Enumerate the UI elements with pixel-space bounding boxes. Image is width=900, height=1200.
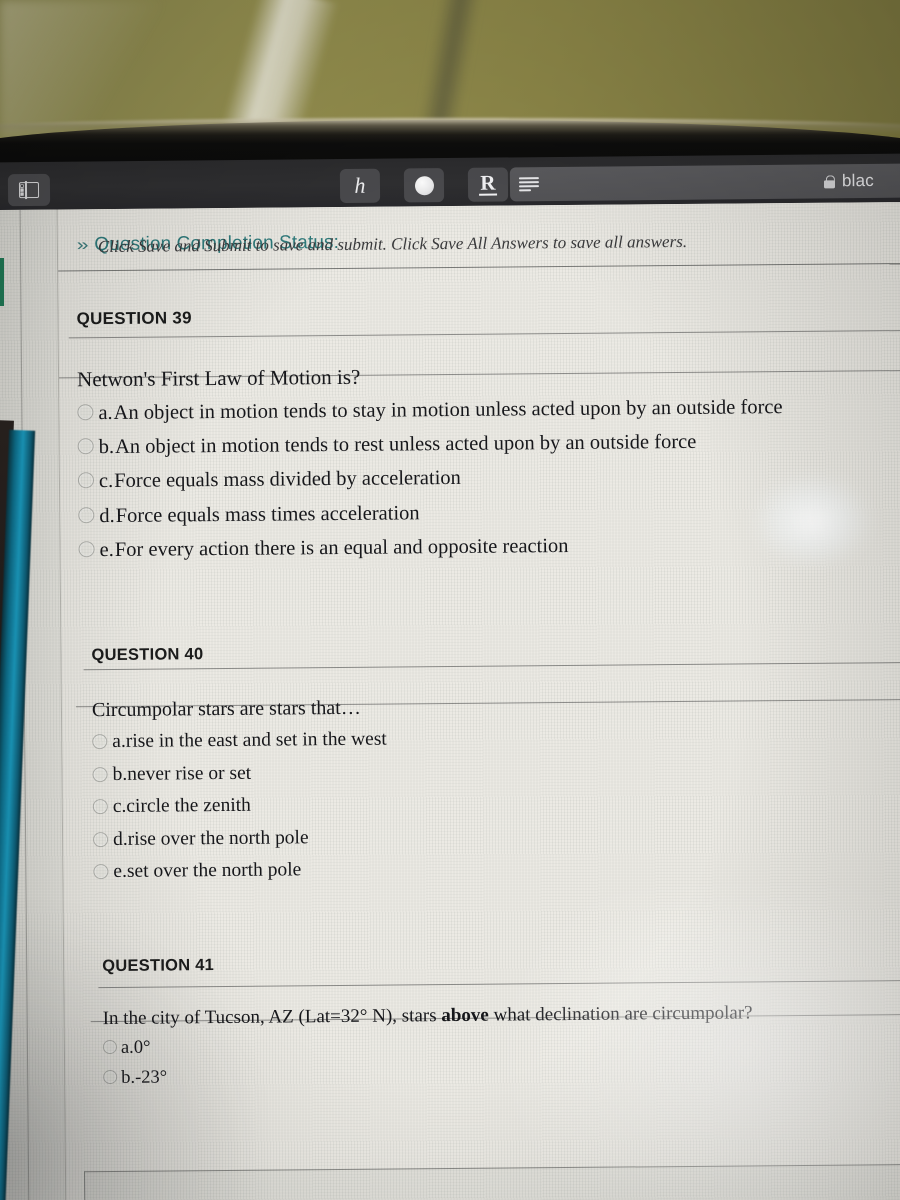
option-text: rise over the north pole (127, 826, 309, 850)
option-row[interactable]: e. For every action there is an equal an… (78, 530, 900, 564)
option-row[interactable]: b. An object in motion tends to rest unl… (77, 427, 900, 461)
url-display: blac (824, 170, 900, 191)
option-key: d. (99, 504, 115, 527)
question-stem-post: what declination are circumpolar? (488, 1002, 753, 1026)
letter-r-icon: R (479, 170, 497, 196)
option-row[interactable]: a. rise in the east and set in the west (92, 724, 792, 755)
honey-icon: h (354, 172, 366, 198)
radio-button[interactable] (78, 541, 95, 558)
question-stem: In the city of Tucson, AZ (Lat=32° N), s… (103, 1001, 900, 1030)
option-key: e. (99, 538, 114, 562)
photo-of-laptop-screen: h R blac » Question Completion Status: Q… (0, 0, 900, 1200)
option-key: c. (98, 470, 114, 493)
circle-extension-button[interactable] (403, 168, 445, 203)
lock-icon (824, 175, 835, 188)
option-text: rise in the east and set in the west (125, 728, 387, 752)
circle-icon (414, 175, 434, 195)
question-block-41: QUESTION 41 In the city of Tucson, AZ (L… (102, 950, 900, 1090)
reader-view-icon[interactable] (518, 176, 540, 192)
option-row[interactable]: b. never rise or set (92, 757, 792, 788)
radio-button[interactable] (77, 438, 94, 455)
quiz-page: » Question Completion Status: QUESTION 3… (57, 201, 900, 1200)
save-submit-panel (84, 1163, 900, 1200)
grammarly-extension-button[interactable]: R (467, 167, 509, 202)
radio-button[interactable] (92, 734, 108, 750)
radio-button[interactable] (93, 864, 109, 880)
option-text: circle the zenith (126, 794, 251, 817)
option-key: e. (113, 861, 128, 883)
background-highlight-left (0, 0, 160, 140)
address-bar[interactable]: blac (509, 163, 900, 202)
option-key: a. (112, 730, 126, 752)
laptop-bezel-highlight (0, 118, 900, 134)
radio-button[interactable] (102, 1039, 117, 1055)
option-key: d. (113, 828, 128, 850)
sidebar-toggle-button[interactable] (7, 173, 51, 207)
option-key: a. (120, 1037, 134, 1058)
radio-button[interactable] (78, 506, 95, 523)
question-label: QUESTION 41 (102, 956, 215, 976)
option-row[interactable]: e. set over the north pole (93, 854, 793, 885)
question-stem: Circumpolar stars are stars that… (91, 696, 361, 722)
option-row[interactable]: c. Force equals mass divided by accelera… (77, 461, 900, 495)
option-text: never rise or set (127, 762, 252, 785)
option-key: c. (112, 795, 127, 818)
question-block-40: QUESTION 40 Circumpolar stars are stars … (91, 640, 793, 885)
option-row[interactable]: a. 0° (102, 1030, 900, 1060)
question-stem-pre: In the city of Tucson, AZ (Lat=32° N), s… (102, 1005, 442, 1030)
option-row[interactable]: d. Force equals mass times acceleration (78, 495, 900, 529)
question-stem: Netwon's First Law of Motion is? (76, 364, 361, 392)
radio-button[interactable] (92, 799, 108, 815)
chevron-down-icon: » (76, 235, 89, 255)
option-row[interactable]: d. rise over the north pole (93, 822, 793, 853)
option-text: For every action there is an equal and o… (114, 534, 569, 561)
option-text: -23° (134, 1067, 168, 1088)
question-stem-emphasis: above (441, 1004, 489, 1027)
option-text: An object in motion tends to stay in mot… (113, 396, 783, 424)
option-row[interactable]: a. An object in motion tends to stay in … (77, 393, 900, 427)
question-label: QUESTION 39 (76, 308, 192, 329)
option-key: a. (98, 401, 113, 425)
option-text: An object in motion tends to rest unless… (114, 431, 697, 459)
radio-button[interactable] (103, 1069, 118, 1085)
option-row[interactable]: c. circle the zenith (92, 789, 793, 820)
radio-button[interactable] (92, 766, 108, 782)
radio-button[interactable] (77, 404, 94, 421)
question-label: QUESTION 40 (91, 645, 204, 665)
option-text: set over the north pole (126, 859, 302, 883)
option-key: b. (98, 436, 115, 459)
radio-button[interactable] (93, 831, 109, 847)
screen-content: » Question Completion Status: QUESTION 3… (0, 201, 900, 1200)
honey-extension-button[interactable]: h (339, 168, 381, 204)
radio-button[interactable] (77, 472, 95, 489)
option-text: 0° (133, 1037, 151, 1058)
foreground-green-tab (0, 258, 4, 306)
option-row[interactable]: b. -23° (103, 1060, 900, 1090)
sidebar-icon (18, 181, 40, 199)
option-text: Force equals mass times acceleration (115, 501, 420, 527)
option-text: Force equals mass divided by acceleratio… (114, 467, 461, 493)
option-key: b. (121, 1067, 136, 1088)
url-text: blac (841, 170, 875, 191)
option-key: b. (112, 763, 128, 785)
question-block-39: QUESTION 39 Netwon's First Law of Motion… (76, 302, 900, 564)
